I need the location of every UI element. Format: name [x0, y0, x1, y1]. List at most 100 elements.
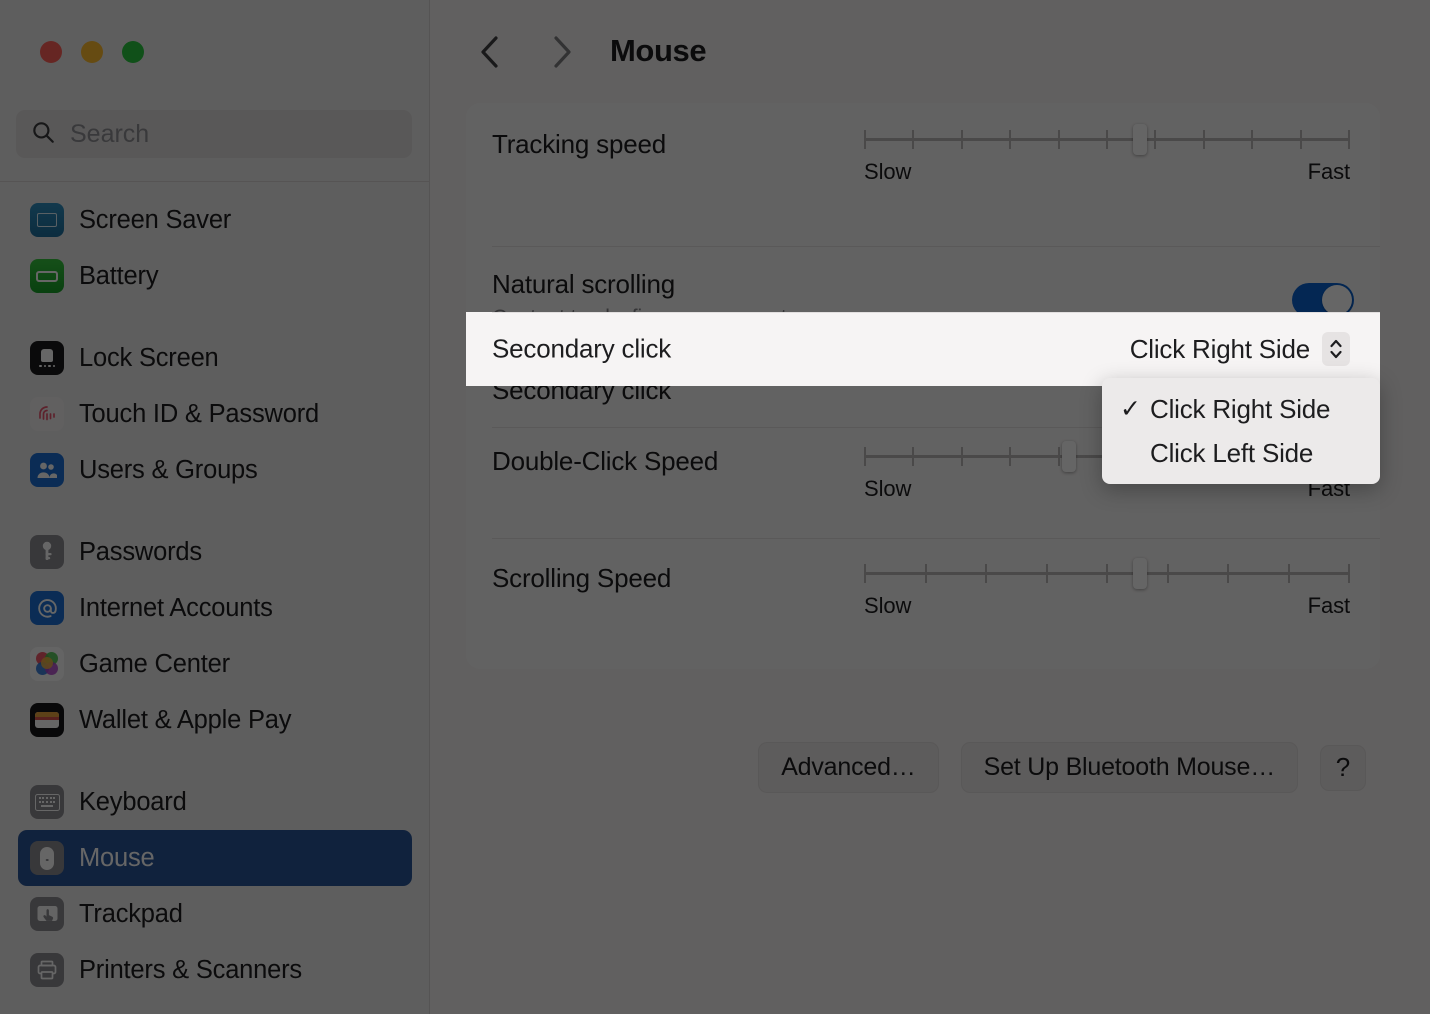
sidebar-item-label: Printers & Scanners [79, 955, 302, 984]
slider-thumb[interactable] [1062, 441, 1076, 472]
search-field[interactable] [16, 110, 412, 158]
screen-saver-icon [30, 203, 64, 237]
internet-accounts-icon [30, 591, 64, 625]
secondary-click-popup-highlighted[interactable]: Click Right Side [1130, 332, 1350, 366]
slider-tick [925, 564, 927, 583]
sidebar: Screen Saver Battery Lock Screen Touch ID &… [0, 0, 430, 1014]
slider-tick [1009, 130, 1011, 149]
slider-tick [1009, 447, 1011, 466]
menu-item-label: Click Right Side [1150, 393, 1331, 424]
slider-tick [912, 447, 914, 466]
slider-tick [1154, 130, 1156, 149]
slider-tick [985, 564, 987, 583]
sidebar-group: Passwords Internet Accounts Game Center Wal… [18, 524, 412, 748]
chevron-up-down-icon[interactable] [1322, 332, 1350, 366]
sidebar-item-label: Touch ID & Password [79, 399, 319, 428]
row-scrolling-speed: Scrolling Speed Slow Fast [466, 539, 1380, 669]
mouse-icon [30, 841, 64, 875]
slider-thumb[interactable] [1133, 124, 1147, 155]
scrolling-speed-slider[interactable] [864, 558, 1350, 589]
back-button[interactable] [470, 32, 510, 72]
scrolling-speed-min-label: Slow [864, 593, 912, 618]
touch-id-icon [30, 397, 64, 431]
sidebar-item-screen-saver[interactable]: Screen Saver [18, 192, 412, 248]
tracking-speed-slider[interactable] [864, 124, 1350, 155]
scrolling-speed-label: Scrolling Speed [492, 563, 672, 593]
sidebar-item-label: Keyboard [79, 787, 187, 816]
sidebar-item-game-center[interactable]: Game Center [18, 636, 412, 692]
menu-item-label: Click Left Side [1150, 437, 1314, 468]
slider-tick [1106, 564, 1108, 583]
sidebar-item-trackpad[interactable]: Trackpad [18, 886, 412, 942]
scrolling-speed-max-label: Fast [1307, 593, 1350, 618]
sidebar-item-mouse[interactable]: Mouse [18, 830, 412, 886]
slider-tick [961, 130, 963, 149]
slider-tick [1058, 130, 1060, 149]
sidebar-item-touch-id-password[interactable]: Touch ID & Password [18, 386, 412, 442]
passwords-icon [30, 535, 64, 569]
menu-item-click-right-side[interactable]: ✓ Click Right Side [1102, 387, 1380, 431]
sidebar-group: Screen Saver Battery [18, 192, 412, 304]
sidebar-group: Lock Screen Touch ID & Password Users & Gr… [18, 330, 412, 498]
wallet-icon [30, 703, 64, 737]
highlighted-secondary-click-row[interactable]: Secondary click Click Right Side [466, 312, 1380, 386]
chevron-right-icon [554, 36, 571, 68]
minimize-button[interactable] [81, 41, 103, 63]
slider-tick [1300, 130, 1302, 149]
search-icon [30, 119, 56, 150]
menu-item-click-left-side[interactable]: Click Left Side [1102, 431, 1380, 475]
sidebar-item-users-groups[interactable]: Users & Groups [18, 442, 412, 498]
tracking-speed-min-label: Slow [864, 159, 912, 184]
advanced-button[interactable]: Advanced… [758, 742, 939, 793]
slider-tick [1348, 564, 1350, 583]
slider-tick [864, 447, 866, 466]
sidebar-group: Keyboard Mouse Trackpad Printers & Scanners [18, 774, 412, 998]
sidebar-item-keyboard[interactable]: Keyboard [18, 774, 412, 830]
sidebar-item-label: Mouse [79, 843, 155, 872]
sidebar-item-label: Users & Groups [79, 455, 258, 484]
printers-scanners-icon [30, 953, 64, 987]
row-tracking-speed: Tracking speed Slow Fast [466, 103, 1380, 246]
close-button[interactable] [40, 41, 62, 63]
chevron-left-icon [481, 36, 498, 68]
secondary-click-dropdown-menu[interactable]: ✓ Click Right Side Click Left Side [1102, 378, 1380, 484]
forward-button[interactable] [542, 32, 582, 72]
sidebar-item-label: Internet Accounts [79, 593, 273, 622]
slider-tick [1203, 130, 1205, 149]
slider-tick [961, 447, 963, 466]
sidebar-item-label: Lock Screen [79, 343, 219, 372]
footer-buttons: Advanced… Set Up Bluetooth Mouse… ? [466, 742, 1380, 793]
slider-tick [1288, 564, 1290, 583]
check-icon: ✓ [1120, 395, 1141, 423]
set-up-bluetooth-mouse-button[interactable]: Set Up Bluetooth Mouse… [960, 742, 1298, 793]
sidebar-item-internet-accounts[interactable]: Internet Accounts [18, 580, 412, 636]
slider-tick [1106, 130, 1108, 149]
lock-screen-icon [30, 341, 64, 375]
sidebar-item-printers-scanners[interactable]: Printers & Scanners [18, 942, 412, 998]
sidebar-nav-list: Screen Saver Battery Lock Screen Touch ID &… [0, 192, 430, 1014]
sidebar-item-wallet-apple-pay[interactable]: Wallet & Apple Pay [18, 692, 412, 748]
sidebar-item-battery[interactable]: Battery [18, 248, 412, 304]
slider-tick [1227, 564, 1229, 583]
slider-thumb[interactable] [1133, 558, 1147, 589]
tracking-speed-label: Tracking speed [492, 129, 666, 159]
search-input[interactable] [70, 119, 380, 149]
help-button[interactable]: ? [1320, 744, 1366, 791]
double-click-speed-label: Double-Click Speed [492, 446, 719, 476]
zoom-button[interactable] [122, 41, 144, 63]
slider-tick [912, 130, 914, 149]
sidebar-item-passwords[interactable]: Passwords [18, 524, 412, 580]
natural-scrolling-label: Natural scrolling [492, 269, 676, 299]
tracking-speed-max-label: Fast [1307, 159, 1350, 184]
sidebar-item-label: Passwords [79, 537, 202, 566]
system-settings-window: Screen Saver Battery Lock Screen Touch ID &… [0, 0, 1430, 1014]
slider-tick [1058, 447, 1060, 466]
window-controls [40, 41, 144, 63]
game-center-icon [30, 647, 64, 681]
users-groups-icon [30, 453, 64, 487]
slider-tick [864, 564, 866, 583]
sidebar-item-label: Trackpad [79, 899, 183, 928]
sidebar-item-lock-screen[interactable]: Lock Screen [18, 330, 412, 386]
sidebar-item-label: Wallet & Apple Pay [79, 705, 292, 734]
double-click-speed-min-label: Slow [864, 476, 912, 501]
